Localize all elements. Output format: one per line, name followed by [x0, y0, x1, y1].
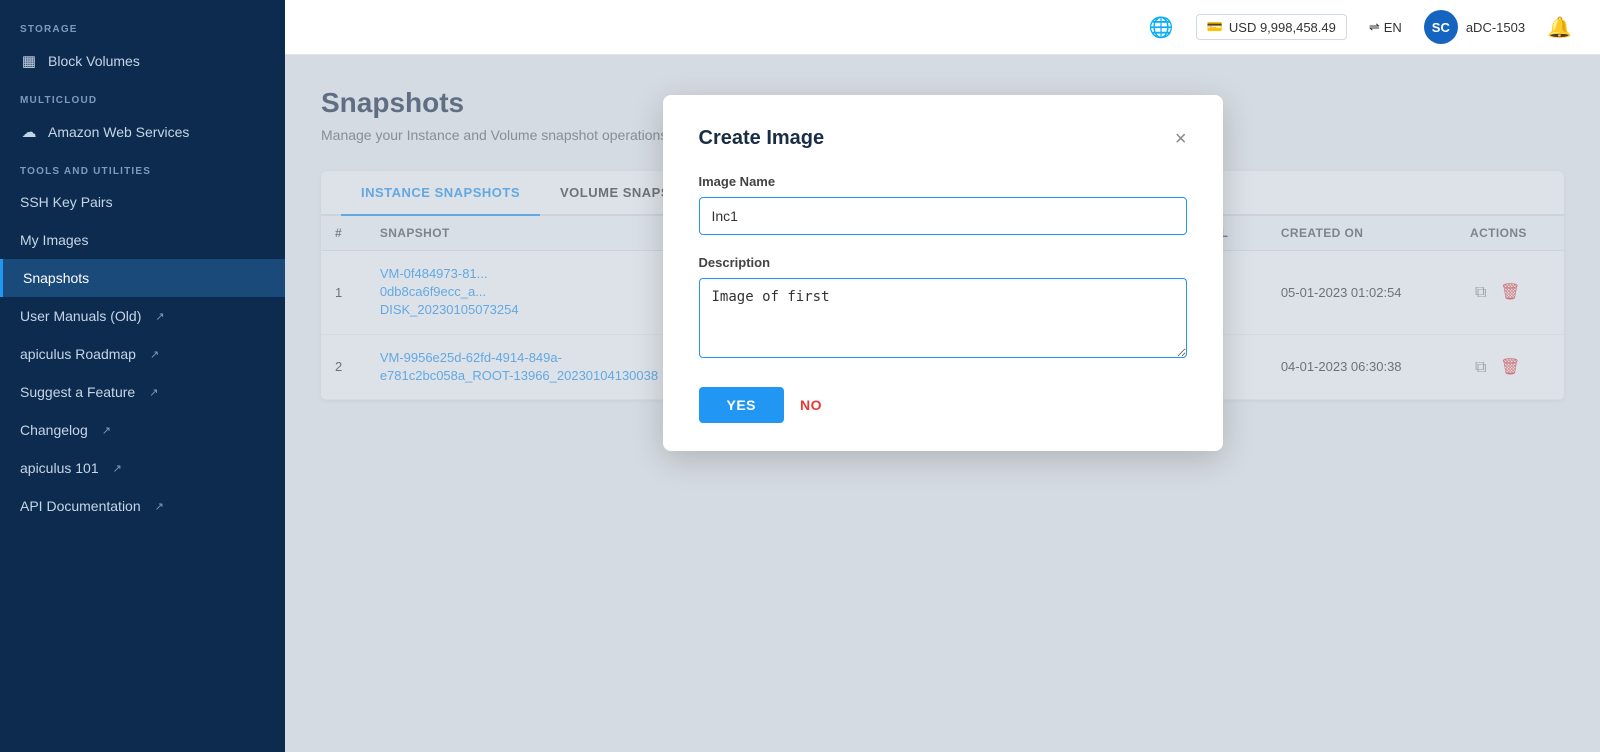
- roadmap-label: apiculus Roadmap: [20, 346, 136, 362]
- modal-header: Create Image ×: [699, 127, 1187, 150]
- sidebar-item-changelog[interactable]: Changelog ↗: [0, 411, 285, 449]
- lang-label: EN: [1384, 20, 1402, 35]
- ssh-label: SSH Key Pairs: [20, 194, 113, 210]
- sidebar-item-aws[interactable]: ☁ Amazon Web Services: [0, 112, 285, 152]
- balance-value: USD 9,998,458.49: [1229, 20, 1336, 35]
- create-image-modal: Create Image × Image Name Description Im…: [663, 95, 1223, 451]
- user-menu[interactable]: SC aDC-1503: [1424, 10, 1525, 44]
- external-link-icon: ↗: [155, 500, 164, 513]
- modal-overlay: Create Image × Image Name Description Im…: [285, 55, 1600, 752]
- apiculus101-label: apiculus 101: [20, 460, 99, 476]
- sidebar-item-label: Amazon Web Services: [48, 124, 189, 140]
- wallet-icon: 💳: [1207, 19, 1223, 35]
- aws-icon: ☁: [20, 123, 38, 141]
- image-name-label: Image Name: [699, 174, 1187, 189]
- external-link-icon: ↗: [102, 424, 111, 437]
- modal-title: Create Image: [699, 127, 825, 150]
- suggest-label: Suggest a Feature: [20, 384, 135, 400]
- sidebar-item-apiculus-101[interactable]: apiculus 101 ↗: [0, 449, 285, 487]
- external-link-icon: ↗: [150, 348, 159, 361]
- block-volumes-icon: ▦: [20, 52, 38, 70]
- translate-icon: ⇌: [1369, 19, 1380, 35]
- external-link-icon: ↗: [149, 386, 158, 399]
- sidebar-item-block-volumes[interactable]: ▦ Block Volumes: [0, 41, 285, 81]
- sidebar-section-multicloud: MULTICLOUD: [0, 81, 285, 112]
- description-textarea[interactable]: Image of first: [699, 278, 1187, 358]
- image-name-input[interactable]: [699, 197, 1187, 235]
- changelog-label: Changelog: [20, 422, 88, 438]
- yes-button[interactable]: YES: [699, 387, 785, 423]
- external-link-icon: ↗: [155, 310, 164, 323]
- snapshots-label: Snapshots: [23, 270, 89, 286]
- language-selector[interactable]: ⇌ EN: [1369, 19, 1402, 35]
- topbar: 🌐 💳 USD 9,998,458.49 ⇌ EN SC aDC-1503 🔔: [285, 0, 1600, 55]
- sidebar-section-tools: TOOLS AND UTILITIES: [0, 152, 285, 183]
- description-label: Description: [699, 255, 1187, 270]
- main-area: 🌐 💳 USD 9,998,458.49 ⇌ EN SC aDC-1503 🔔 …: [285, 0, 1600, 752]
- balance-display: 💳 USD 9,998,458.49: [1196, 14, 1347, 40]
- modal-actions: YES NO: [699, 387, 1187, 423]
- api-docs-label: API Documentation: [20, 498, 141, 514]
- sidebar-section-storage: STORAGE: [0, 10, 285, 41]
- images-label: My Images: [20, 232, 88, 248]
- sidebar-item-apiculus-roadmap[interactable]: apiculus Roadmap ↗: [0, 335, 285, 373]
- globe-icon[interactable]: 🌐: [1149, 15, 1174, 40]
- user-manuals-label: User Manuals (Old): [20, 308, 141, 324]
- sidebar-item-ssh-key-pairs[interactable]: SSH Key Pairs: [0, 183, 285, 221]
- sidebar-item-user-manuals[interactable]: User Manuals (Old) ↗: [0, 297, 285, 335]
- notification-icon[interactable]: 🔔: [1547, 15, 1572, 40]
- sidebar-item-api-docs[interactable]: API Documentation ↗: [0, 487, 285, 525]
- avatar: SC: [1424, 10, 1458, 44]
- sidebar-item-suggest-feature[interactable]: Suggest a Feature ↗: [0, 373, 285, 411]
- username-label: aDC-1503: [1466, 20, 1525, 35]
- sidebar: STORAGE ▦ Block Volumes MULTICLOUD ☁ Ama…: [0, 0, 285, 752]
- no-button[interactable]: NO: [800, 397, 822, 413]
- page-content: Snapshots Manage your Instance and Volum…: [285, 55, 1600, 752]
- close-button[interactable]: ×: [1175, 129, 1187, 149]
- sidebar-item-snapshots[interactable]: Snapshots: [0, 259, 285, 297]
- sidebar-item-my-images[interactable]: My Images: [0, 221, 285, 259]
- external-link-icon: ↗: [113, 462, 122, 475]
- sidebar-item-label: Block Volumes: [48, 53, 140, 69]
